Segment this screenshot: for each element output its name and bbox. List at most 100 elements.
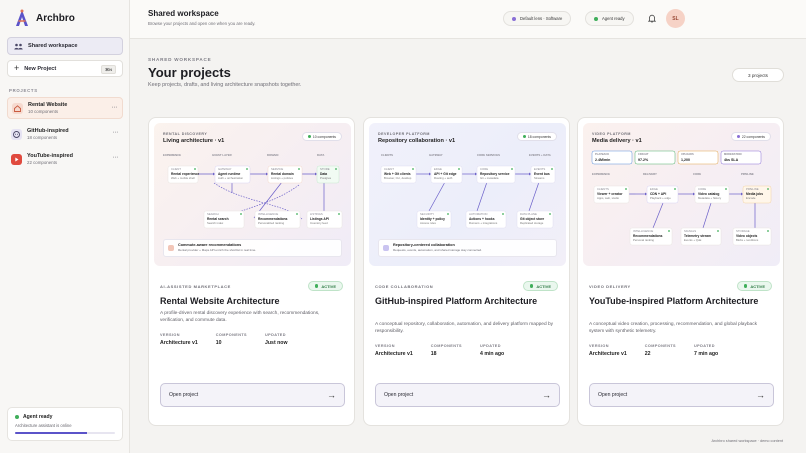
component-badge: 22 components — [730, 132, 771, 141]
badge-dot — [736, 135, 740, 138]
house-icon — [12, 102, 23, 114]
meta-key: VERSION — [160, 333, 180, 337]
meta-components: 18 — [430, 351, 437, 357]
sidebar-project-github[interactable]: GitHub-inspired 18 components ··· — [7, 123, 123, 145]
node-tag: SECURITY — [420, 212, 434, 216]
project-card-github[interactable]: CLIENTS GATEWAY CORE SERVICES EVENTS + D… — [363, 117, 570, 426]
meta-updated: 7 min ago — [694, 351, 719, 357]
section-eyebrow: SHARED WORKSPACE — [148, 57, 212, 62]
stat-label: PLAYBACK — [595, 152, 609, 156]
meta-version: Architecture v1 — [375, 351, 413, 357]
node-sub: Replicated storage — [520, 221, 544, 225]
project-name: Rental Website — [28, 102, 68, 108]
agent-ready-pill[interactable]: Agent ready — [585, 11, 634, 26]
card-meta: VERSION Architecture v1 COMPONENTS 22 UPDA… — [589, 344, 736, 357]
node-sub: Apps, web, studio — [597, 196, 620, 200]
component-badge-label: 18 components — [527, 134, 551, 139]
meta-components: 10 — [215, 340, 222, 346]
agent-subtitle: Architecture assistant is online — [15, 423, 72, 428]
play-icon — [11, 153, 22, 165]
card-description: A conceptual video creation, processing,… — [589, 322, 757, 334]
node-sub: Browser, CLI, desktop — [384, 176, 412, 180]
open-project-button[interactable]: Open project → — [589, 383, 774, 407]
node-tag: STORAGE — [736, 229, 750, 233]
stat-value: 2.4M/min — [595, 158, 610, 162]
card-description: A profile-driven rental discovery experi… — [160, 311, 320, 323]
card-meta: VERSION Architecture v1 COMPONENTS 18 UPDA… — [375, 344, 522, 357]
preview-eyebrow: VIDEO PLATFORM — [592, 132, 631, 136]
more-icon[interactable]: ··· — [113, 154, 119, 161]
arrow-right-icon: → — [327, 390, 336, 400]
badge-dot — [307, 135, 311, 138]
node-sub: Events + QoE — [684, 238, 701, 242]
card-category: VIDEO DELIVERY — [589, 284, 631, 289]
meta-updated: 4 min ago — [480, 351, 505, 357]
github-icon — [11, 128, 22, 140]
preview-callout: Commute-aware recommendations Rental pro… — [163, 239, 342, 257]
brand[interactable]: Archbro — [14, 9, 75, 27]
project-card-rental[interactable]: EXPERIENCE GUEST LAYER DOMAIN DATA CLIEN… — [148, 117, 355, 426]
node-sub: Metadata + history — [698, 196, 722, 200]
node-tag: LISTINGS — [310, 212, 323, 216]
app-name: Archbro — [36, 12, 75, 24]
stat-label: CDN HIT — [638, 152, 649, 156]
component-badge: 18 components — [516, 132, 557, 141]
new-project-label: New Project — [24, 65, 57, 72]
open-project-button[interactable]: Open project → — [160, 383, 345, 407]
projects-heading: PROJECTS — [9, 88, 38, 93]
project-count: 10 components — [28, 109, 59, 114]
callout-title: Repository-centered collaboration — [393, 243, 455, 247]
node-tag: EVENTS — [534, 167, 545, 171]
meta-key: COMPONENTS — [215, 333, 247, 337]
node-tag: EDGE — [434, 167, 442, 171]
architecture-diagram: PLAYBACK 2.4M/min CDN HIT 97.2% UPLOADS … — [591, 150, 772, 246]
page-subtitle: Browse your projects and open one when y… — [148, 21, 256, 26]
node-tag: STORE — [320, 167, 330, 171]
agent-dot — [594, 16, 598, 21]
component-badge-label: 10 components — [312, 134, 336, 139]
open-project-button[interactable]: Open project → — [375, 383, 560, 407]
callout-title: Commute-aware recommendations — [178, 243, 242, 247]
lane-label: EVENTS + DATA — [529, 153, 551, 157]
architecture-preview[interactable]: EXPERIENCE GUEST LAYER DOMAIN DATA CLIEN… — [154, 123, 351, 266]
agent-ready-label: Agent ready — [602, 16, 625, 21]
node-sub: Playback + edge — [650, 196, 671, 200]
shared-workspace-nav[interactable]: Shared workspace — [7, 37, 123, 55]
status-label: ACTIVE — [536, 283, 551, 289]
node-tag: EDGE — [650, 187, 658, 191]
lane-label: GUEST LAYER — [212, 153, 232, 157]
meta-version: Architecture v1 — [589, 351, 627, 357]
node-tag: SIGNALS — [684, 229, 696, 233]
node-sub: Auth + orchestration — [218, 176, 244, 180]
node-tag: CORE — [698, 187, 706, 191]
stat-label: MODERATION — [724, 152, 742, 156]
project-card-youtube[interactable]: PLAYBACK 2.4M/min CDN HIT 97.2% UPLOADS … — [577, 117, 784, 426]
agent-title: Agent ready — [23, 414, 53, 420]
stat-value: 4ks SLA — [724, 158, 739, 162]
project-name: YouTube-inspired — [27, 153, 73, 159]
meta-key: UPDATED — [694, 344, 715, 348]
shortcut-badge: ⌘N — [101, 65, 116, 74]
node-sub: Encode — [746, 196, 756, 200]
node-sub: Routing + auth — [434, 176, 453, 180]
meta-key: COMPONENTS — [644, 344, 676, 348]
more-icon[interactable]: ··· — [112, 104, 118, 111]
node-tag: DATA PLANE — [520, 212, 537, 216]
component-badge-label: 22 components — [741, 134, 765, 139]
lens-selector[interactable]: Default lens · Software — [503, 11, 572, 26]
sidebar-project-youtube[interactable]: YouTube-inspired 22 components ··· — [7, 148, 123, 170]
meta-key: VERSION — [375, 344, 395, 348]
sidebar-project-rental[interactable]: Rental Website 10 components ··· — [7, 97, 123, 119]
node-tag: SERVICE — [271, 167, 283, 171]
user-avatar[interactable]: SL — [666, 9, 685, 28]
architecture-preview[interactable]: PLAYBACK 2.4M/min CDN HIT 97.2% UPLOADS … — [583, 123, 780, 266]
bell-icon[interactable] — [645, 11, 659, 25]
new-project-button[interactable]: + New Project ⌘N — [7, 60, 123, 77]
lane-label: DATA — [317, 153, 324, 157]
sidebar: Archbro Shared workspace + New Project ⌘… — [0, 0, 130, 453]
architecture-preview[interactable]: CLIENTS GATEWAY CORE SERVICES EVENTS + D… — [369, 123, 566, 266]
meta-key: UPDATED — [265, 333, 286, 337]
more-icon[interactable]: ··· — [113, 129, 119, 136]
stat-value: 97.2% — [638, 158, 649, 162]
agent-status-panel: Agent ready Architecture assistant is on… — [7, 407, 123, 441]
